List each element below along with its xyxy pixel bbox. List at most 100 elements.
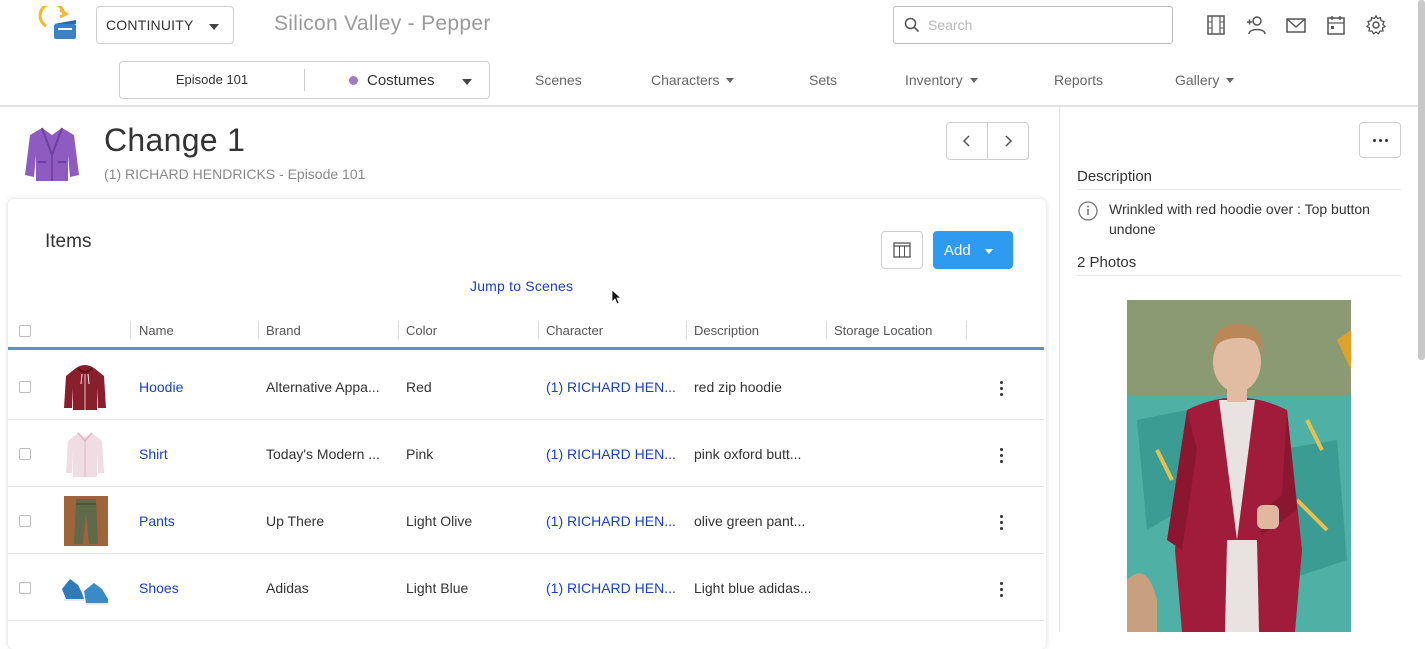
- column-header-color[interactable]: Color: [406, 323, 437, 338]
- column-divider: [258, 321, 259, 339]
- row-menu-icon[interactable]: [996, 381, 1006, 399]
- item-character-link[interactable]: (1) RICHARD HEN...: [546, 379, 676, 395]
- next-button[interactable]: [988, 123, 1028, 159]
- row-menu-icon[interactable]: [996, 515, 1006, 533]
- item-color: Red: [406, 379, 432, 395]
- chevron-down-icon: [209, 24, 219, 30]
- table-row[interactable]: Shirt Today's Modern ... Pink (1) RICHAR…: [8, 420, 1044, 487]
- items-card: Items Add Jump to Scenes Name Brand Colo…: [8, 199, 1046, 649]
- info-icon: [1078, 201, 1098, 221]
- add-button-label: Add: [944, 241, 971, 259]
- add-user-icon[interactable]: [1245, 14, 1267, 36]
- nav-label: Inventory: [905, 72, 963, 88]
- description-block: Wrinkled with red hoodie over : Top butt…: [1077, 199, 1397, 239]
- row-checkbox[interactable]: [19, 582, 31, 594]
- item-character-link[interactable]: (1) RICHARD HEN...: [546, 446, 676, 462]
- column-header-brand[interactable]: Brand: [266, 323, 301, 338]
- chevron-down-icon: [984, 249, 993, 254]
- calendar-icon[interactable]: [1325, 14, 1347, 36]
- nav-reports[interactable]: Reports: [1054, 72, 1103, 88]
- table-header: Name Brand Color Character Description S…: [8, 317, 1044, 350]
- nav-sets[interactable]: Sets: [809, 72, 837, 88]
- column-header-storage-location[interactable]: Storage Location: [834, 323, 932, 338]
- continuity-logo-icon[interactable]: [38, 6, 78, 42]
- row-menu-icon[interactable]: [996, 448, 1006, 466]
- row-checkbox[interactable]: [19, 381, 31, 393]
- module-select-label: CONTINUITY: [106, 17, 194, 33]
- item-name-link[interactable]: Hoodie: [139, 379, 183, 395]
- nav-characters[interactable]: Characters: [651, 72, 735, 88]
- table-row[interactable]: Shoes Adidas Light Blue (1) RICHARD HEN.…: [8, 554, 1044, 621]
- nav-label: Reports: [1054, 72, 1104, 88]
- episode-select[interactable]: Episode 101: [120, 69, 305, 91]
- description-text: Wrinkled with red hoodie over : Top butt…: [1109, 201, 1370, 237]
- photos-heading: 2 Photos: [1077, 254, 1401, 276]
- department-select[interactable]: Costumes: [305, 72, 489, 89]
- more-options-button[interactable]: [1359, 122, 1401, 158]
- hoodie-thumbnail[interactable]: [60, 362, 110, 412]
- items-heading: Items: [45, 231, 92, 252]
- add-button[interactable]: Add: [933, 231, 1013, 269]
- nav-inventory[interactable]: Inventory: [905, 72, 978, 88]
- module-select[interactable]: CONTINUITY: [96, 6, 234, 44]
- chevron-left-icon: [962, 135, 970, 147]
- column-divider: [398, 321, 399, 339]
- item-name-link[interactable]: Shoes: [139, 580, 179, 596]
- nav-gallery[interactable]: Gallery: [1175, 72, 1235, 88]
- item-name-link[interactable]: Pants: [139, 513, 175, 529]
- page-scrollbar[interactable]: [1418, 0, 1425, 360]
- costume-photo[interactable]: [1127, 300, 1351, 632]
- table-row[interactable]: Pants Up There Light Olive (1) RICHARD H…: [8, 487, 1044, 554]
- column-divider: [966, 321, 967, 339]
- mouse-cursor-icon: [611, 289, 621, 305]
- page-header: Change 1 (1) RICHARD HENDRICKS - Episode…: [0, 107, 1058, 197]
- item-description: Light blue adidas...: [694, 580, 812, 596]
- row-menu-icon[interactable]: [996, 582, 1006, 600]
- search-icon: [904, 17, 920, 33]
- row-checkbox[interactable]: [19, 515, 31, 527]
- column-chooser-button[interactable]: [881, 231, 923, 269]
- column-divider: [538, 321, 539, 339]
- item-character-link[interactable]: (1) RICHARD HEN...: [546, 580, 676, 596]
- record-pager: [946, 122, 1029, 160]
- item-brand: Adidas: [266, 580, 309, 596]
- chevron-right-icon: [1005, 135, 1013, 147]
- jump-to-scenes-link[interactable]: Jump to Scenes: [470, 278, 573, 294]
- search-box[interactable]: [893, 6, 1173, 44]
- table-row[interactable]: Hoodie Alternative Appa... Red (1) RICHA…: [8, 353, 1044, 420]
- department-color-dot: [349, 75, 358, 85]
- shirt-thumbnail[interactable]: [60, 429, 110, 479]
- settings-gear-icon[interactable]: [1365, 14, 1387, 36]
- item-description: pink oxford butt...: [694, 446, 802, 462]
- page-title: Change 1: [104, 122, 246, 158]
- nav-label: Sets: [809, 72, 838, 88]
- item-color: Light Blue: [406, 580, 469, 596]
- episode-department-selector: Episode 101 Costumes: [119, 61, 490, 99]
- pants-thumbnail[interactable]: [64, 496, 108, 546]
- page-subtitle: (1) RICHARD HENDRICKS - Episode 101: [104, 166, 366, 182]
- item-color: Pink: [406, 446, 434, 462]
- row-checkbox[interactable]: [19, 448, 31, 460]
- item-name-link[interactable]: Shirt: [139, 446, 168, 462]
- previous-button[interactable]: [947, 123, 988, 159]
- nav-scenes[interactable]: Scenes: [535, 72, 582, 88]
- column-header-description[interactable]: Description: [694, 323, 759, 338]
- chevron-down-icon: [969, 77, 978, 83]
- select-all-checkbox[interactable]: [19, 325, 31, 337]
- mail-icon[interactable]: [1285, 14, 1307, 36]
- nav-label: Characters: [651, 72, 720, 88]
- film-icon[interactable]: [1205, 14, 1227, 36]
- column-header-name[interactable]: Name: [139, 323, 174, 338]
- item-brand: Alternative Appa...: [266, 379, 380, 395]
- item-character-link[interactable]: (1) RICHARD HEN...: [546, 513, 676, 529]
- nav-label: Gallery: [1175, 72, 1220, 88]
- column-header-character[interactable]: Character: [546, 323, 603, 338]
- item-brand: Up There: [266, 513, 325, 529]
- column-divider: [686, 321, 687, 339]
- search-input[interactable]: [928, 17, 1158, 33]
- chevron-down-icon: [726, 77, 735, 83]
- description-heading: Description: [1077, 168, 1401, 190]
- top-bar: CONTINUITY Silicon Valley - Pepper: [0, 0, 1425, 52]
- shoes-thumbnail[interactable]: [60, 563, 110, 613]
- column-divider: [826, 321, 827, 339]
